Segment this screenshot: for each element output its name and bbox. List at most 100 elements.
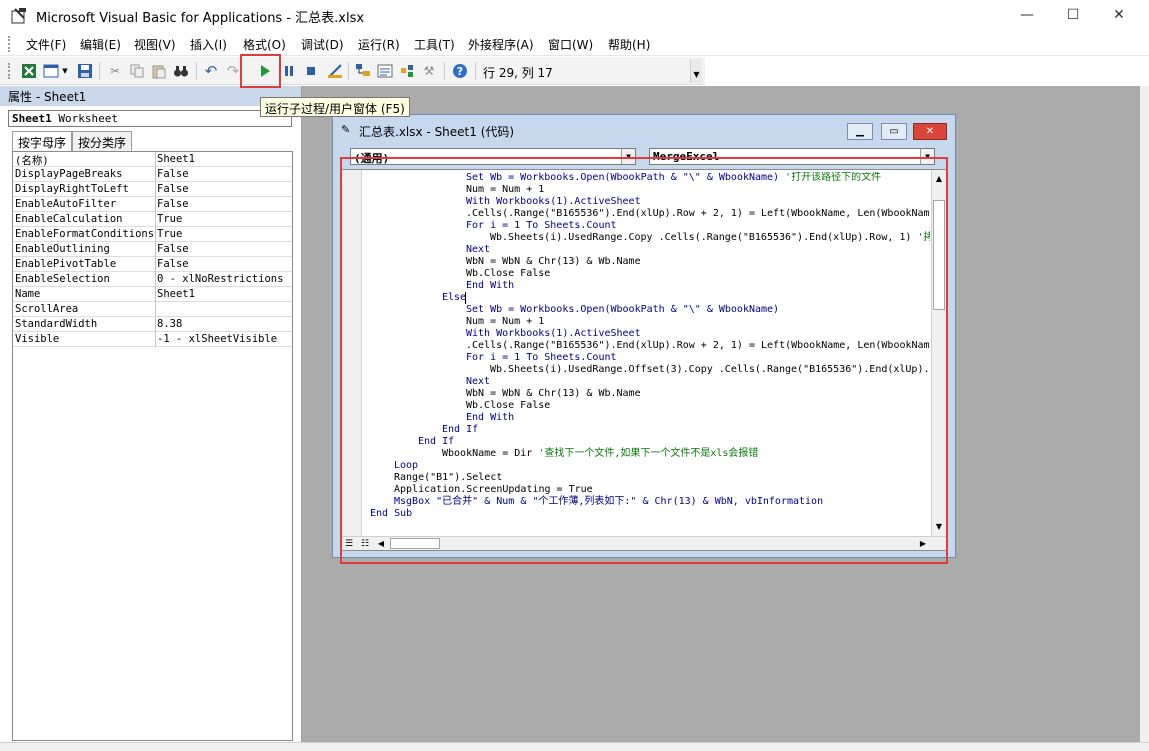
property-row[interactable]: EnableOutlining False xyxy=(13,242,292,257)
property-row[interactable]: DisplayPageBreaks False xyxy=(13,167,292,182)
code-line[interactable]: With Workbooks(1).ActiveSheet xyxy=(466,196,641,208)
horizontal-scroll-thumb[interactable] xyxy=(390,538,440,549)
undo-button[interactable]: ↶ xyxy=(202,62,220,80)
object-browser-button[interactable] xyxy=(398,62,416,80)
code-close-button[interactable]: ✕ xyxy=(913,123,947,140)
code-line[interactable]: Wb.Sheets(i).UsedRange.Offset(3).Copy .C… xyxy=(490,364,930,376)
menu-help[interactable]: 帮助(H) xyxy=(608,36,650,53)
toolbox-button[interactable]: ⚒ xyxy=(420,62,438,80)
insert-dropdown-icon[interactable]: ▼ xyxy=(60,62,70,80)
view-excel-button[interactable] xyxy=(20,62,38,80)
code-minimize-button[interactable]: ▁ xyxy=(847,123,873,140)
code-line[interactable]: Application.ScreenUpdating = True xyxy=(394,484,593,496)
code-line[interactable]: WbookName = Dir '查找下一个文件,如果下一个文件不是xls会报错 xyxy=(442,448,758,460)
scroll-left-icon[interactable]: ◀ xyxy=(374,537,388,551)
reset-button[interactable] xyxy=(302,62,320,80)
property-row[interactable]: ScrollArea xyxy=(13,302,292,317)
toolbar-grip-icon[interactable] xyxy=(8,63,12,79)
code-vertical-scrollbar[interactable]: ▲ ▼ xyxy=(931,170,946,536)
minimize-button[interactable]: — xyxy=(1004,0,1050,30)
code-line[interactable]: .Cells(.Range("B165536").End(xlUp).Row +… xyxy=(466,340,930,352)
property-value[interactable]: Sheet1 xyxy=(157,153,292,165)
menu-addins[interactable]: 外接程序(A) xyxy=(468,36,534,53)
project-explorer-button[interactable] xyxy=(354,62,372,80)
property-row[interactable]: EnableCalculation True xyxy=(13,212,292,227)
property-value[interactable]: 8.38 xyxy=(157,318,292,330)
property-row[interactable]: Visible -1 - xlSheetVisible xyxy=(13,332,292,347)
properties-window-button[interactable] xyxy=(376,62,394,80)
tab-categorized[interactable]: 按分类序 xyxy=(72,131,133,151)
code-line[interactable]: Loop xyxy=(394,460,418,472)
code-editor[interactable]: Set Wb = Workbooks.Open(WbookPath & "\" … xyxy=(341,169,947,551)
code-line[interactable]: Num = Num + 1 xyxy=(466,316,544,328)
property-value[interactable]: -1 - xlSheetVisible xyxy=(157,333,292,345)
property-row[interactable]: EnableAutoFilter False xyxy=(13,197,292,212)
code-line[interactable]: Wb.Close False xyxy=(466,400,550,412)
code-line[interactable]: For i = 1 To Sheets.Count xyxy=(466,220,617,232)
property-value[interactable]: False xyxy=(157,258,292,270)
code-line[interactable]: Else xyxy=(442,292,466,304)
menu-edit[interactable]: 编辑(E) xyxy=(80,36,121,53)
code-line[interactable]: Range("B1").Select xyxy=(394,472,502,484)
insert-userform-button[interactable] xyxy=(42,62,60,80)
property-value[interactable]: True xyxy=(157,228,292,240)
menu-view[interactable]: 视图(V) xyxy=(134,36,176,53)
help-button[interactable]: ? xyxy=(451,62,469,80)
maximize-button[interactable]: ☐ xyxy=(1050,0,1096,30)
menu-debug[interactable]: 调试(D) xyxy=(301,36,344,53)
code-line[interactable]: Set Wb = Workbooks.Open(WbookPath & "\" … xyxy=(466,304,779,316)
scroll-right-icon[interactable]: ▶ xyxy=(916,537,930,551)
run-button[interactable] xyxy=(256,62,274,80)
paste-button[interactable] xyxy=(150,62,168,80)
code-line[interactable]: For i = 1 To Sheets.Count xyxy=(466,352,617,364)
property-row[interactable]: EnableFormatConditionsC True xyxy=(13,227,292,242)
property-value[interactable]: False xyxy=(157,243,292,255)
code-line[interactable]: End If xyxy=(442,424,478,436)
menu-format[interactable]: 格式(O) xyxy=(243,36,286,53)
property-row[interactable]: EnableSelection 0 - xlNoRestrictions xyxy=(13,272,292,287)
procedure-combo[interactable]: MergeExcel ▼ xyxy=(649,148,935,165)
property-value[interactable]: True xyxy=(157,213,292,225)
vertical-scroll-thumb[interactable] xyxy=(933,200,945,310)
break-button[interactable] xyxy=(280,62,298,80)
mdi-horizontal-scrollbar[interactable] xyxy=(0,742,1149,751)
property-value[interactable]: Sheet1 xyxy=(157,288,292,300)
property-value[interactable]: False xyxy=(157,198,292,210)
scroll-down-icon[interactable]: ▼ xyxy=(932,520,946,534)
code-line[interactable]: MsgBox "已合并" & Num & "个工作薄,列表如下:" & Chr(… xyxy=(394,496,823,508)
property-row[interactable]: DisplayRightToLeft False xyxy=(13,182,292,197)
code-line[interactable]: Num = Num + 1 xyxy=(466,184,544,196)
property-row[interactable]: Name Sheet1 xyxy=(13,287,292,302)
scroll-up-icon[interactable]: ▲ xyxy=(932,172,946,186)
code-restore-button[interactable]: ▭ xyxy=(881,123,907,140)
code-line[interactable]: WbN = WbN & Chr(13) & Wb.Name xyxy=(466,256,641,268)
toolbar-options-icon[interactable]: ▼ xyxy=(690,59,702,83)
code-line[interactable]: .Cells(.Range("B165536").End(xlUp).Row +… xyxy=(466,208,930,220)
chevron-down-icon[interactable]: ▼ xyxy=(621,149,635,164)
code-line[interactable]: Wb.Sheets(i).UsedRange.Copy .Cells(.Rang… xyxy=(490,232,930,244)
menu-file[interactable]: 文件(F) xyxy=(26,36,66,53)
mdi-vertical-scrollbar[interactable] xyxy=(1140,86,1149,751)
copy-button[interactable] xyxy=(128,62,146,80)
full-module-view-icon[interactable]: ☷ xyxy=(358,537,372,551)
code-line[interactable]: WbN = WbN & Chr(13) & Wb.Name xyxy=(466,388,641,400)
code-horizontal-scrollbar[interactable]: ☰ ☷ ◀ ▶ xyxy=(342,536,946,550)
save-button[interactable] xyxy=(76,62,94,80)
code-line[interactable]: Set Wb = Workbooks.Open(WbookPath & "\" … xyxy=(466,172,881,184)
property-row[interactable]: (名称) Sheet1 xyxy=(13,152,292,167)
code-line[interactable]: Next xyxy=(466,376,490,388)
menu-insert[interactable]: 插入(I) xyxy=(190,36,227,53)
code-line[interactable]: Wb.Close False xyxy=(466,268,550,280)
menu-tools[interactable]: 工具(T) xyxy=(414,36,455,53)
code-line[interactable]: With Workbooks(1).ActiveSheet xyxy=(466,328,641,340)
property-value[interactable]: False xyxy=(157,183,292,195)
tab-alphabetic[interactable]: 按字母序 xyxy=(12,131,73,151)
procedure-view-icon[interactable]: ☰ xyxy=(342,537,356,551)
code-lines[interactable]: Set Wb = Workbooks.Open(WbookPath & "\" … xyxy=(370,172,930,534)
object-combo[interactable]: (通用) ▼ xyxy=(350,148,636,165)
find-button[interactable] xyxy=(172,62,190,80)
property-value[interactable]: False xyxy=(157,168,292,180)
code-line[interactable]: End With xyxy=(466,412,514,424)
menu-run[interactable]: 运行(R) xyxy=(358,36,400,53)
menu-grip-icon[interactable] xyxy=(8,36,12,52)
